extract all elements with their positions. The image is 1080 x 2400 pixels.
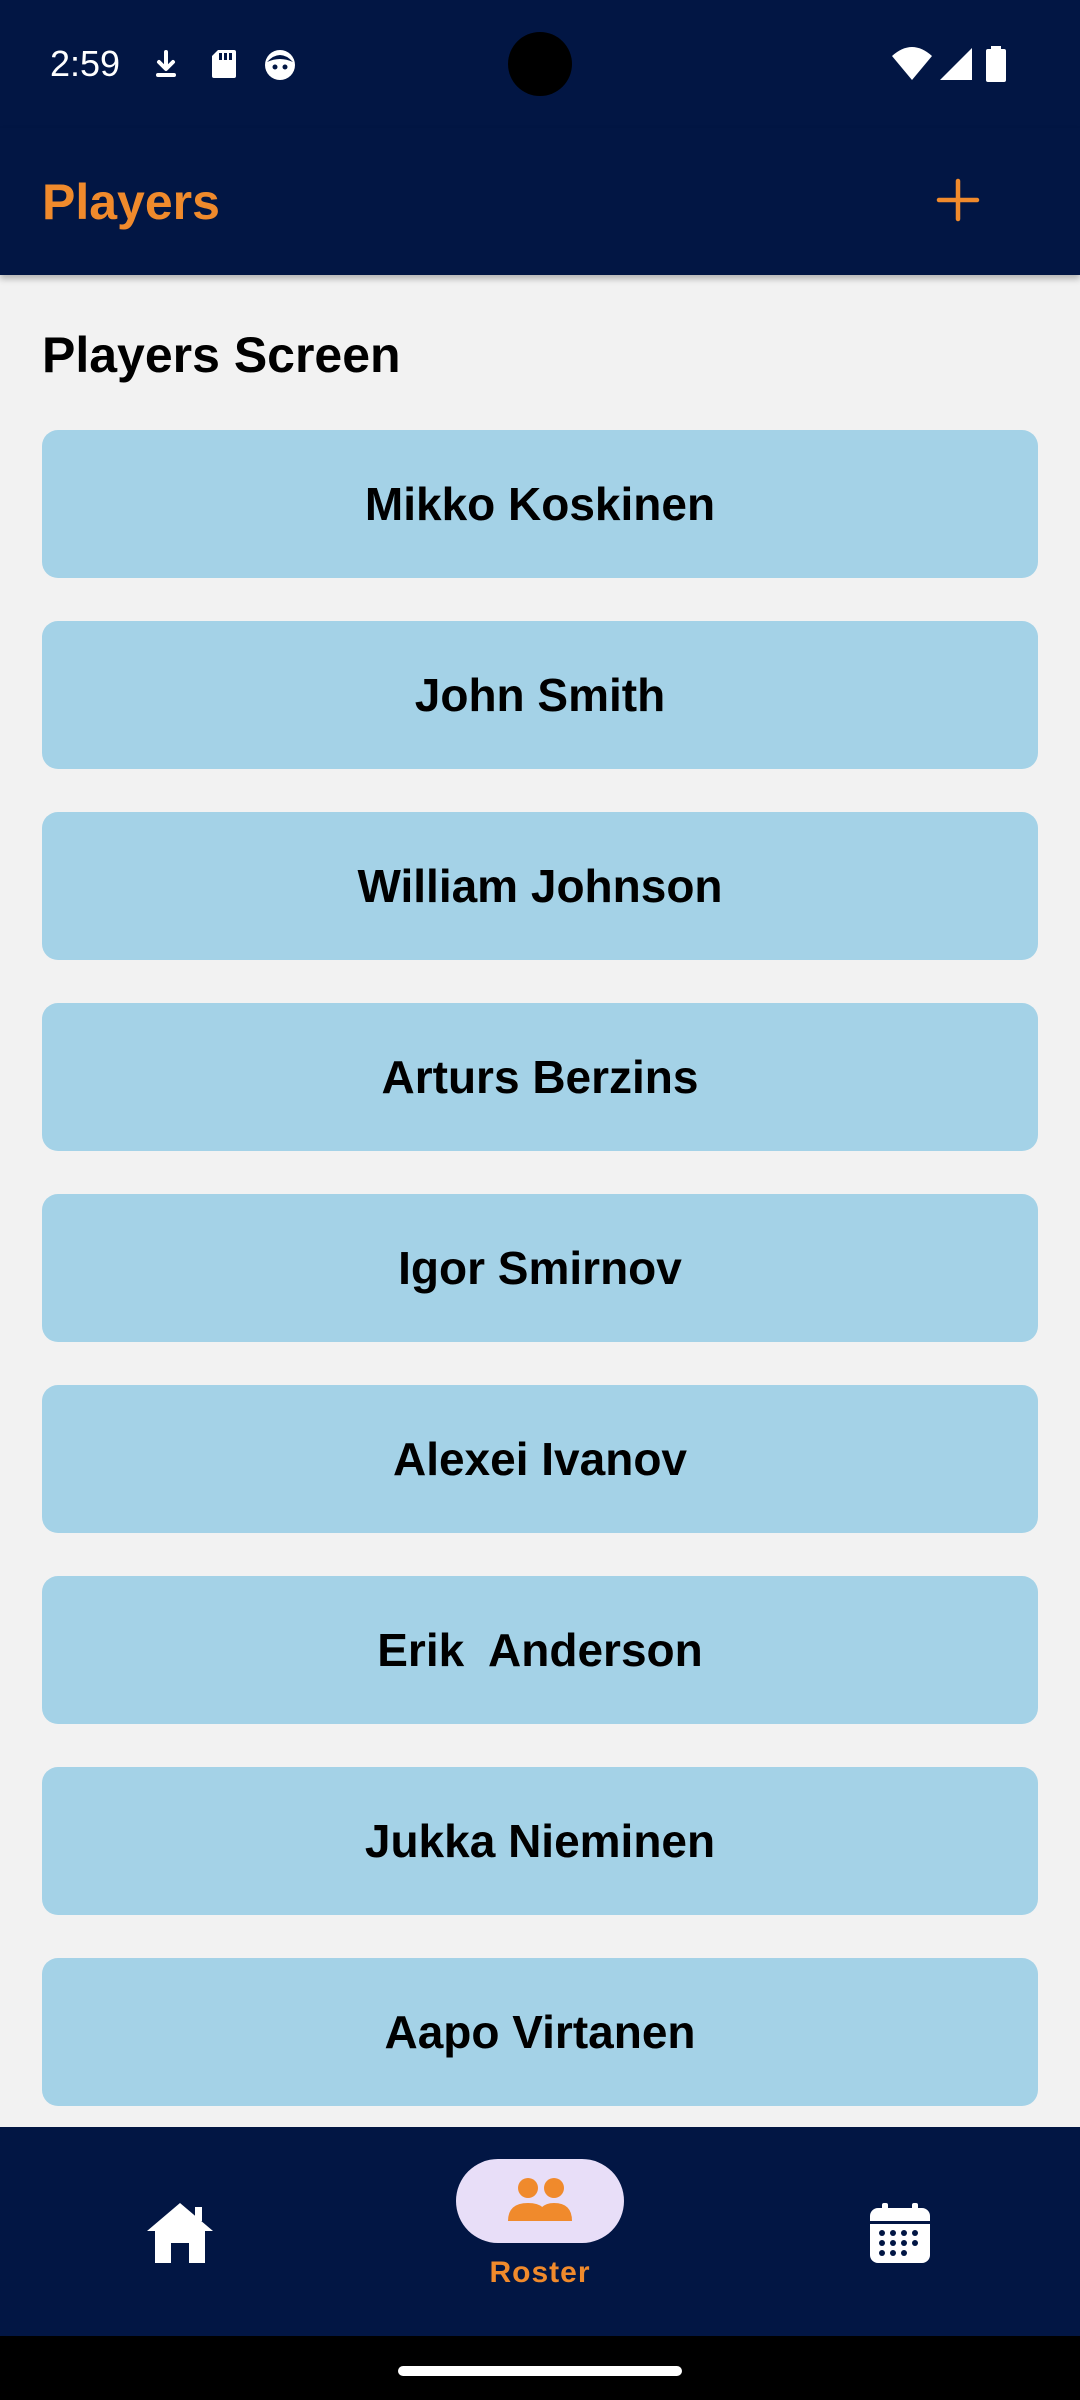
- people-icon: [506, 2175, 574, 2228]
- player-button[interactable]: Aapo Virtanen: [42, 1958, 1038, 2106]
- nav-item-roster[interactable]: Roster: [420, 2127, 660, 2336]
- nav-selected-indicator: [456, 2159, 624, 2243]
- player-button[interactable]: William Johnson: [42, 812, 1038, 960]
- app-screen: 2:59 Players Players Screen Mikko Koskin…: [0, 0, 1080, 2400]
- system-gesture-bar: [0, 2336, 1080, 2400]
- calendar-icon: [860, 2193, 940, 2273]
- player-list: Mikko Koskinen John Smith William Johnso…: [42, 430, 1038, 2127]
- download-icon: [146, 44, 186, 84]
- bottom-navigation: Roster: [0, 2127, 1080, 2336]
- battery-icon: [982, 44, 1010, 84]
- player-button[interactable]: Alexei Ivanov: [42, 1385, 1038, 1533]
- nav-label-roster: Roster: [489, 2256, 591, 2289]
- player-button[interactable]: Igor Smirnov: [42, 1194, 1038, 1342]
- top-app-bar: Players: [0, 128, 1080, 275]
- sd-card-icon: [204, 44, 244, 84]
- player-button[interactable]: Erik Anderson: [42, 1576, 1038, 1724]
- nav-item-calendar[interactable]: [800, 2127, 1000, 2336]
- gesture-handle[interactable]: [398, 2366, 682, 2376]
- plus-icon: [936, 178, 980, 227]
- players-content: Players Screen Mikko Koskinen John Smith…: [0, 275, 1080, 2127]
- home-icon: [140, 2193, 220, 2273]
- player-button[interactable]: Jukka Nieminen: [42, 1767, 1038, 1915]
- face-icon: [260, 44, 300, 84]
- app-bar-title: Players: [42, 174, 220, 230]
- signal-icon: [938, 44, 978, 84]
- player-button[interactable]: John Smith: [42, 621, 1038, 769]
- player-button[interactable]: Mikko Koskinen: [42, 430, 1038, 578]
- wifi-icon: [890, 44, 934, 84]
- player-button[interactable]: Arturs Berzins: [42, 1003, 1038, 1151]
- screen-title: Players Screen: [42, 327, 401, 383]
- status-bar: 2:59: [0, 0, 1080, 128]
- add-player-button[interactable]: [920, 164, 996, 240]
- camera-cutout: [508, 32, 572, 96]
- nav-item-home[interactable]: [80, 2127, 280, 2336]
- status-time: 2:59: [50, 43, 121, 84]
